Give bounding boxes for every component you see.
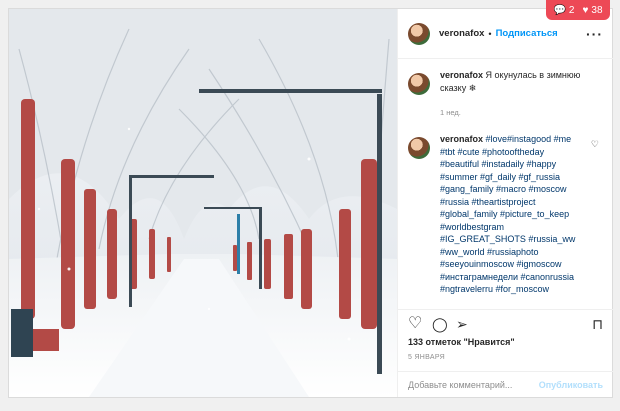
heart-notification-icon: ♥ [582,4,589,16]
like-notification-count: 38 [591,4,603,16]
comments-list[interactable]: veronafox Я окунулась в зимнюю сказку ❄ … [398,63,613,303]
add-comment-input[interactable]: Добавьте комментарий... [408,380,512,390]
avatar[interactable] [408,73,430,95]
post-card: veronafox • Подписаться ··· veronafox Я … [8,8,613,398]
post-photo[interactable] [9,9,397,397]
caption-time[interactable]: 1 нед. [440,108,603,117]
comment-author[interactable]: veronafox [440,134,483,144]
add-comment-bar: Добавьте комментарий... Опубликовать [398,371,613,398]
author-username[interactable]: veronafox [439,28,484,39]
like-comment-icon[interactable]: ♡ [591,139,599,150]
more-options-icon[interactable]: ··· [586,26,603,42]
share-icon[interactable]: ➢ [456,316,468,332]
comment-item: veronafox #love#instagood #me #tbt #cute… [398,127,613,296]
comment-hashtags[interactable]: #love#instagood #me #tbt #cute #photooft… [440,134,575,294]
post-side-panel: veronafox • Подписаться ··· veronafox Я … [397,9,613,397]
comment-notification-count: 2 [568,4,575,16]
follow-button[interactable]: Подписаться [496,28,558,39]
notifications-badge[interactable]: 💬 2 ♥ 38 [546,0,610,20]
comment-notification-icon: 💬 [553,4,566,16]
winter-alley-image [9,9,397,397]
separator-dot: • [488,28,492,39]
like-icon[interactable]: ♡ [408,316,422,332]
comment-icon[interactable]: ◯ [432,316,448,332]
avatar[interactable] [408,137,430,159]
action-bar: ♡ ◯ ➢ ⊓ [398,309,613,334]
publish-comment-button[interactable]: Опубликовать [539,380,603,390]
likes-count[interactable]: 133 отметок "Нравится" [408,337,515,347]
caption-author[interactable]: veronafox [440,70,483,80]
caption: veronafox Я окунулась в зимнюю сказку ❄ … [398,63,613,117]
post-date: 5 ЯНВАРЯ [408,354,446,361]
save-bookmark-icon[interactable]: ⊓ [592,316,603,332]
avatar[interactable] [408,22,430,45]
